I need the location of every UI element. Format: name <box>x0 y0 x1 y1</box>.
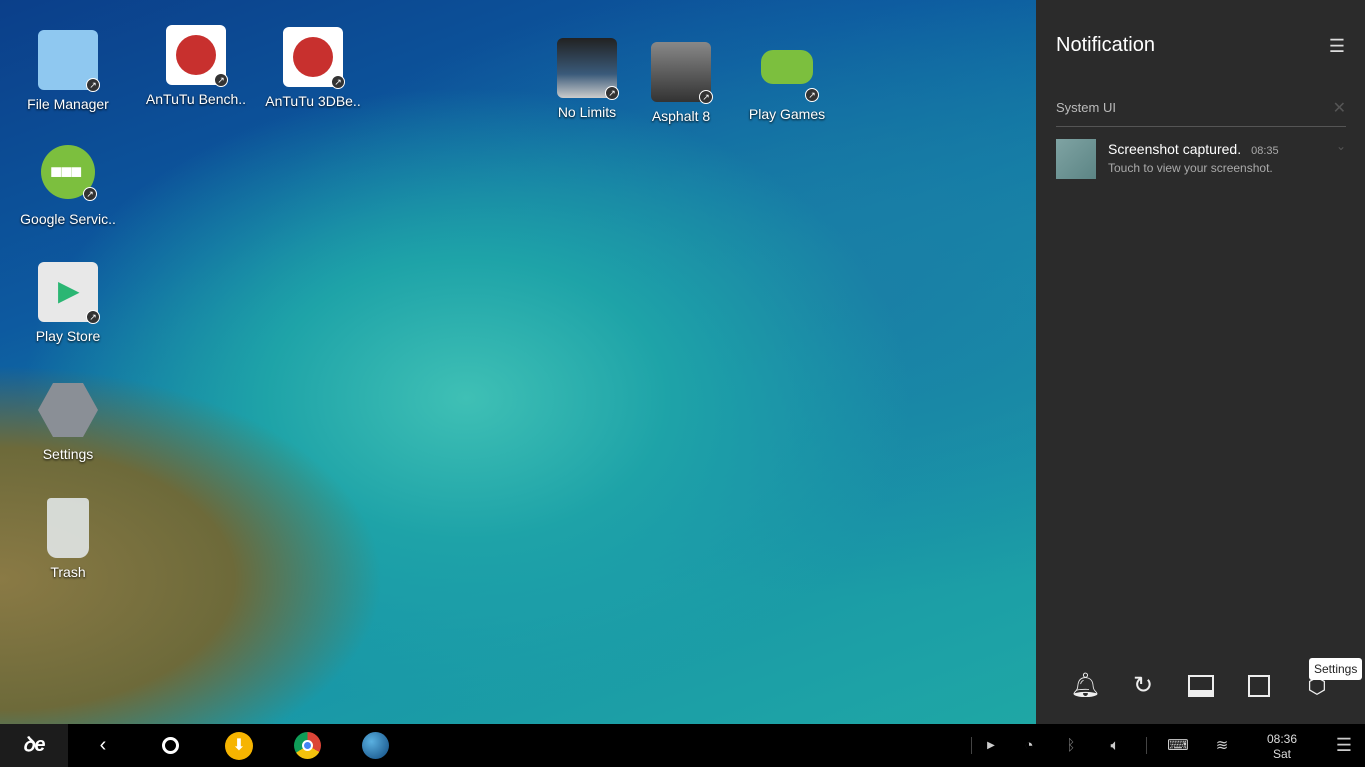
icon-label: File Manager <box>27 96 109 112</box>
panel-title: Notification <box>1056 34 1155 56</box>
trash-icon <box>47 498 89 558</box>
icon-label: Play Store <box>35 328 101 344</box>
rotate-icon[interactable]: ↻ <box>1128 671 1158 701</box>
clear-all-icon[interactable]: ☰ <box>1329 36 1345 57</box>
clock-time: 08:36 <box>1266 732 1298 746</box>
need-for-speed-icon: ↗ <box>557 38 619 100</box>
bell-icon[interactable]: 🔔︎ <box>1070 671 1100 701</box>
chrome-icon[interactable] <box>292 724 322 767</box>
desktop-icon-asphalt-8[interactable]: ↗ Asphalt 8 <box>626 42 736 124</box>
desktop-icon-play-games[interactable]: ↗ Play Games <box>732 40 842 122</box>
start-menu-logo-icon[interactable]: ꝺe <box>0 724 68 767</box>
notification-item[interactable]: Screenshot captured. 08:35 Touch to view … <box>1056 139 1346 179</box>
close-icon[interactable]: ✕ <box>1333 98 1346 118</box>
notification-title: Screenshot captured. <box>1108 141 1242 157</box>
notification-panel: Notification ☰ System UI ✕ Screenshot cap… <box>1036 0 1365 724</box>
icon-label: No Limits <box>557 104 617 120</box>
gamepad-icon: ↗ <box>757 40 819 102</box>
speedometer-icon[interactable]: ◔ <box>1017 724 1041 767</box>
group-label: System UI <box>1056 100 1116 115</box>
desktop-wallpaper <box>0 0 1036 724</box>
desktop-icon-play-store[interactable]: ▶ ↗ Play Store <box>13 262 123 344</box>
desktop-icon-antutu-bench[interactable]: ↗ AnTuTu Bench.. <box>141 25 251 107</box>
antutu-icon: ↗ <box>166 25 228 87</box>
wifi-signal-icon[interactable]: ≋ <box>1210 724 1234 767</box>
notification-text: Touch to view your screenshot. <box>1108 161 1273 175</box>
desktop-icon-google-services[interactable]: ■■■ ↗ Google Servic.. <box>13 145 123 227</box>
icon-label: AnTuTu 3DBe.. <box>265 93 361 109</box>
window-icon[interactable] <box>1186 671 1216 701</box>
desktop-icon-file-manager[interactable]: ↗ File Manager <box>13 30 123 112</box>
screenshot-crop-icon[interactable] <box>1244 671 1274 701</box>
taskbar: ꝺe ‹ ⬇ ▶ ◔ ᛒ 🔈︎ ⌨ ≋ 08:36 Sat ☰ <box>0 724 1365 767</box>
antutu-3d-icon: ↗ <box>283 27 345 89</box>
desktop-icon-trash[interactable]: Trash <box>13 498 123 580</box>
settings-gear-icon <box>38 383 98 437</box>
notification-time: 08:35 <box>1251 145 1279 157</box>
icon-label: Settings <box>42 446 94 462</box>
notification-group-header: System UI ✕ <box>1056 100 1346 127</box>
icon-label: Google Servic.. <box>20 211 116 227</box>
volume-icon[interactable]: 🔈︎ <box>1103 724 1127 767</box>
expand-tray-icon[interactable]: ▶ <box>982 724 1000 767</box>
google-services-icon: ■■■ ↗ <box>41 145 97 201</box>
desktop-icon-settings[interactable]: Settings <box>13 380 123 462</box>
icon-label: AnTuTu Bench.. <box>145 91 247 107</box>
settings-tooltip: Settings <box>1309 658 1363 680</box>
screenshot-thumbnail <box>1056 139 1096 179</box>
desktop-icon-antutu-3dbench[interactable]: ↗ AnTuTu 3DBe.. <box>258 27 368 109</box>
home-icon[interactable] <box>155 724 185 767</box>
notifications-menu-icon[interactable]: ☰ <box>1332 724 1356 767</box>
download-app-icon[interactable]: ⬇ <box>224 724 254 767</box>
icon-label: Trash <box>50 564 86 580</box>
icon-label: Play Games <box>748 106 826 122</box>
browser-globe-icon[interactable] <box>360 724 390 767</box>
clock[interactable]: 08:36 Sat <box>1256 724 1308 767</box>
bluetooth-icon[interactable]: ᛒ <box>1060 724 1082 767</box>
clock-day: Sat <box>1272 747 1291 761</box>
asphalt-icon: ↗ <box>651 42 713 104</box>
play-store-icon: ▶ ↗ <box>38 262 100 324</box>
keyboard-icon[interactable]: ⌨ <box>1166 724 1190 767</box>
icon-label: Asphalt 8 <box>651 108 711 124</box>
chevron-down-icon[interactable]: ⌄ <box>1336 139 1346 153</box>
back-icon[interactable]: ‹ <box>88 724 118 767</box>
folder-icon: ↗ <box>38 30 100 92</box>
